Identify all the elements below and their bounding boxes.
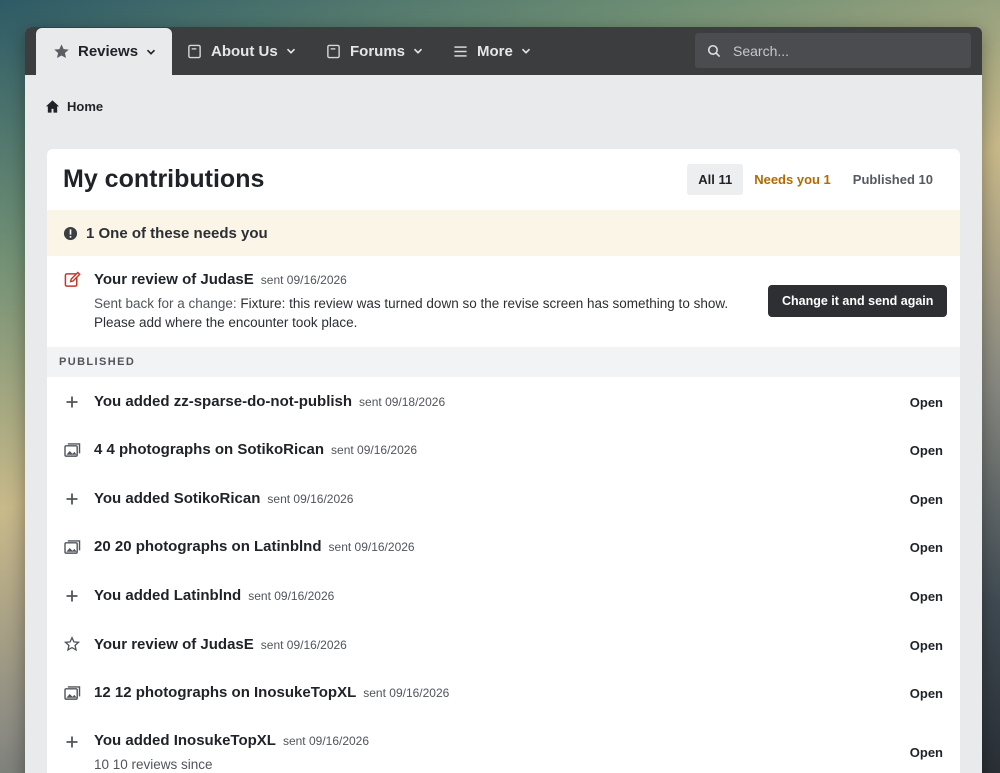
- plus-icon: [63, 587, 81, 605]
- item-title-text: 12 12 photographs on InosukeTopXL: [94, 684, 357, 701]
- chevron-down-icon: [413, 46, 423, 56]
- plus-icon: [63, 733, 81, 751]
- chevron-down-icon: [521, 46, 531, 56]
- photos-icon: [63, 684, 81, 702]
- nav-tab-label: Forums: [350, 42, 406, 60]
- list-item-title: You added InosukeTopXL sent 09/16/2026: [94, 732, 369, 749]
- list-item: 20 20 photographs on Latinblnd sent 09/16…: [47, 524, 960, 573]
- pending-message-label: Sent back for a change:: [94, 296, 237, 311]
- open-button[interactable]: Open: [910, 589, 943, 604]
- item-meta: sent 09/16/2026: [328, 540, 415, 554]
- list-item: You added InosukeTopXL sent 09/16/2026 10…: [47, 720, 960, 773]
- app-window: Reviews About Us Forums More Search... H…: [25, 27, 982, 773]
- list-item: You added SotikoRican sent 09/16/2026 Ope…: [47, 475, 960, 524]
- menu-icon: [451, 42, 469, 60]
- breadcrumb: Home: [45, 99, 103, 114]
- book-icon: [185, 42, 203, 60]
- edit-icon: [63, 270, 81, 288]
- page-title: My contributions: [63, 165, 265, 193]
- star-outline-icon: [63, 635, 81, 653]
- filter-needs-you[interactable]: Needs you 1: [743, 164, 842, 195]
- plus-icon: [63, 490, 81, 508]
- search-placeholder: Search...: [733, 42, 790, 59]
- pending-message: Sent back for a change: Fixture: this re…: [94, 294, 759, 332]
- item-meta: sent 09/16/2026: [282, 734, 370, 748]
- contributions-card: My contributions All 11 Needs you 1 Publ…: [47, 149, 960, 773]
- open-button[interactable]: Open: [910, 395, 943, 410]
- list-item: Your review of JudasE sent 09/16/2026 Ope…: [47, 622, 960, 671]
- search-icon: [707, 44, 721, 58]
- open-button[interactable]: Open: [910, 686, 943, 701]
- photos-icon: [63, 538, 81, 556]
- photos-icon: [63, 441, 81, 459]
- breadcrumb-home-link[interactable]: Home: [67, 99, 103, 114]
- item-meta: sent 09/16/2026: [260, 638, 347, 652]
- item-meta: sent 09/16/2026: [331, 443, 418, 457]
- list-item: You added zz-sparse-do-not-publish sent 0…: [47, 377, 960, 426]
- list-item-title: 12 12 photographs on InosukeTopXL sent 09…: [94, 684, 449, 701]
- list-item-title: 4 4 photographs on SotikoRican sent 09/16…: [94, 441, 417, 458]
- open-button[interactable]: Open: [910, 638, 943, 653]
- filter-all[interactable]: All 11: [687, 164, 744, 195]
- pending-meta: sent 09/16/2026: [260, 273, 347, 287]
- plus-icon: [63, 393, 81, 411]
- book-icon: [324, 42, 342, 60]
- item-title-text: You added SotikoRican: [94, 490, 261, 507]
- item-title-text: You added zz-sparse-do-not-publish: [94, 393, 353, 410]
- open-button[interactable]: Open: [910, 492, 943, 507]
- item-meta: sent 09/18/2026: [359, 395, 446, 409]
- item-title-text: 4 4 photographs on SotikoRican: [94, 441, 325, 458]
- filter-published[interactable]: Published 10: [842, 164, 944, 195]
- nav-tab-more[interactable]: More: [451, 27, 531, 75]
- pending-title-text: Your review of JudasE: [94, 271, 254, 288]
- nav-tab-label: Reviews: [78, 43, 139, 60]
- open-button[interactable]: Open: [910, 443, 943, 458]
- nav-tab-about-us[interactable]: About Us: [185, 27, 296, 75]
- chevron-down-icon: [286, 46, 296, 56]
- nav-tab-forums[interactable]: Forums: [324, 27, 423, 75]
- list-item-title: 20 20 photographs on Latinblnd sent 09/16…: [94, 538, 415, 555]
- list-item-title: Your review of JudasE sent 09/16/2026: [94, 636, 347, 653]
- pending-item-title: Your review of JudasE sent 09/16/2026: [94, 271, 347, 288]
- star-icon: [52, 43, 70, 61]
- nav-tab-reviews[interactable]: Reviews: [36, 28, 173, 75]
- alert-circle-icon: [63, 226, 78, 241]
- published-section-label: PUBLISHED: [47, 347, 960, 377]
- list-item-title: You added SotikoRican sent 09/16/2026: [94, 490, 353, 507]
- filter-tabs: All 11 Needs you 1 Published 10: [687, 164, 944, 195]
- item-meta: sent 09/16/2026: [248, 589, 335, 603]
- change-and-resend-button[interactable]: Change it and send again: [768, 285, 948, 317]
- pending-item: Your review of JudasE sent 09/16/2026 Sen…: [47, 256, 960, 347]
- item-title-text: You added InosukeTopXL: [94, 732, 276, 749]
- item-meta: sent 09/16/2026: [267, 492, 354, 506]
- item-meta: sent 09/16/2026: [363, 686, 450, 700]
- top-nav-bar: Reviews About Us Forums More Search...: [25, 27, 982, 75]
- list-item: 12 12 photographs on InosukeTopXL sent 09…: [47, 671, 960, 720]
- item-subline: 10 10 reviews since: [94, 757, 213, 772]
- chevron-down-icon: [146, 47, 156, 57]
- list-item-title: You added zz-sparse-do-not-publish sent 0…: [94, 393, 445, 410]
- item-title-text: Your review of JudasE: [94, 636, 254, 653]
- open-button[interactable]: Open: [910, 540, 943, 555]
- home-icon: [45, 99, 60, 114]
- item-title-text: 20 20 photographs on Latinblnd: [94, 538, 322, 555]
- nav-tab-label: About Us: [211, 42, 278, 60]
- list-item: You added Latinblnd sent 09/16/2026 Open: [47, 573, 960, 622]
- nav-tab-label: More: [477, 42, 513, 60]
- item-title-text: You added Latinblnd: [94, 587, 242, 604]
- list-item-title: You added Latinblnd sent 09/16/2026: [94, 587, 334, 604]
- open-button[interactable]: Open: [910, 745, 943, 760]
- needs-attention-banner: 1 One of these needs you: [47, 210, 960, 256]
- needs-banner-text: 1 One of these needs you: [86, 224, 268, 242]
- list-item: 4 4 photographs on SotikoRican sent 09/16…: [47, 426, 960, 475]
- search-input[interactable]: Search...: [695, 33, 971, 68]
